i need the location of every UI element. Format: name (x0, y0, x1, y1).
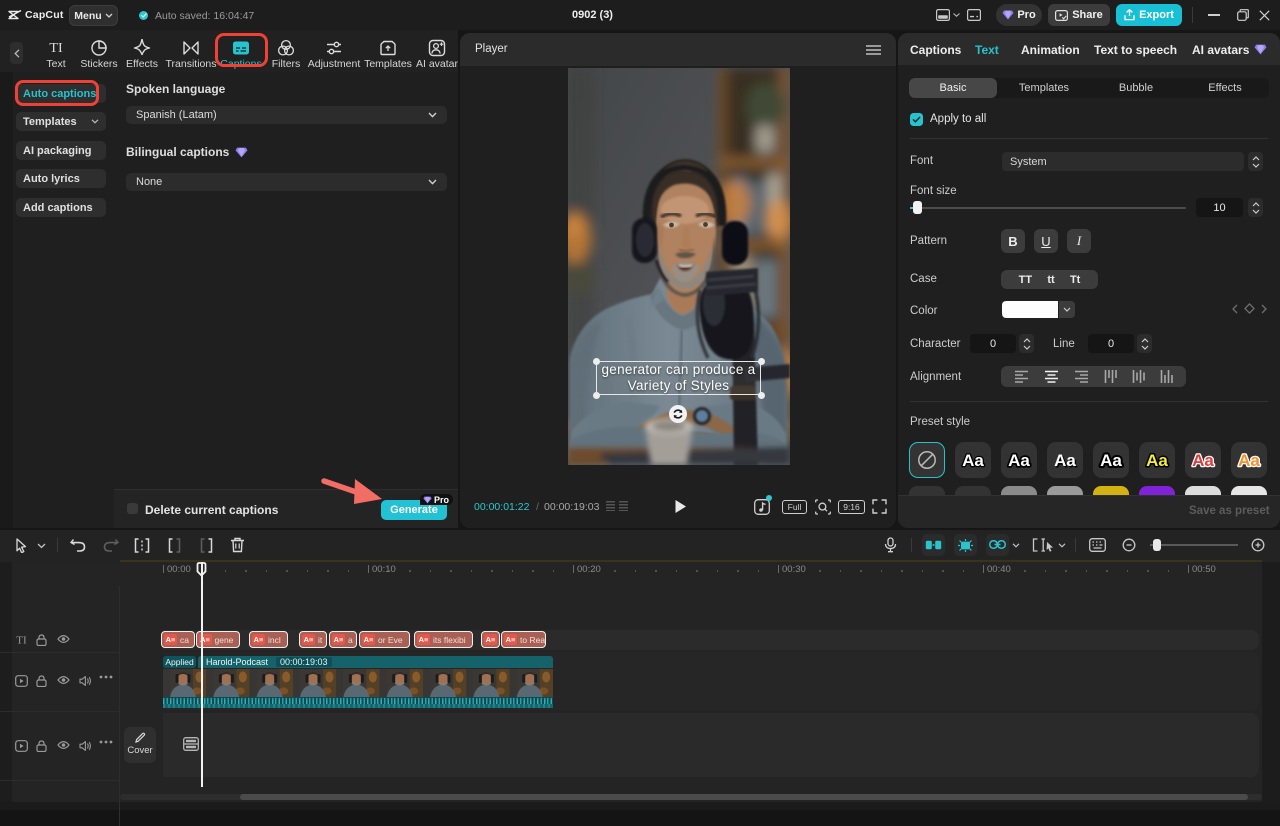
svg-text:Aa: Aa (1192, 451, 1214, 470)
svg-text:Aa: Aa (1008, 451, 1030, 470)
svg-text:Aa: Aa (1238, 451, 1260, 470)
svg-text:TI: TI (49, 41, 63, 56)
svg-text:TI: TI (16, 635, 27, 646)
svg-text:Aa: Aa (1054, 451, 1076, 470)
svg-text:Aa: Aa (1146, 451, 1168, 470)
svg-text:Aa: Aa (962, 451, 984, 470)
svg-text:Aa: Aa (1100, 451, 1122, 470)
